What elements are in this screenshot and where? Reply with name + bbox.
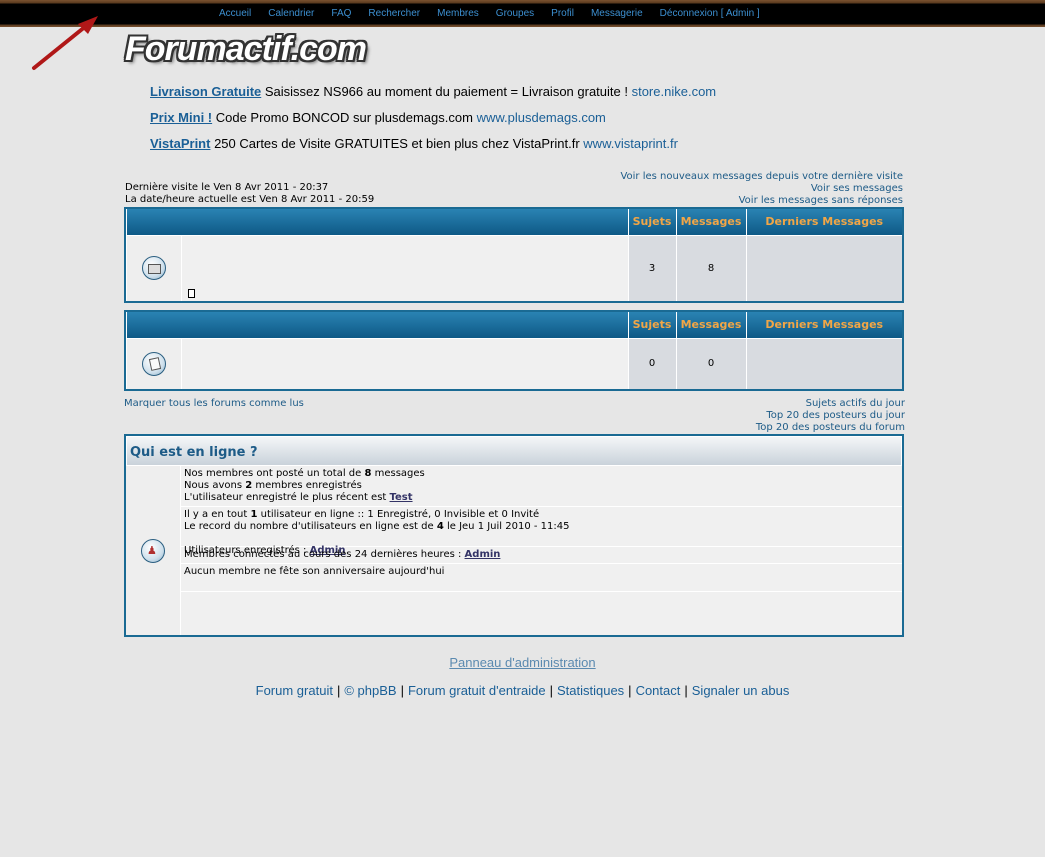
ad-text: 250 Cartes de Visite GRATUITES et bien p… [210,136,584,151]
ad-url-link[interactable]: www.plusdemags.com [477,110,606,125]
total-suffix: utilisateur en ligne :: 1 Enregistré, 0 … [257,509,540,520]
forum-last-message [745,337,902,389]
nav-profil[interactable]: Profil [551,8,574,19]
category-header[interactable] [126,312,628,338]
newest-user-link[interactable]: Test [390,492,413,503]
col-subjects-header: Sujets [627,312,676,338]
col-messages-header: Messages [675,209,746,235]
forum-last-message [745,234,902,301]
online-stats: Nos membres ont posté un total de 8 mess… [181,466,902,635]
last24-user-link[interactable]: Admin [465,549,501,560]
last24-label: Membres connectés au cours des 24 derniè… [184,549,465,560]
active-topics-link[interactable]: Sujets actifs du jour [806,398,905,409]
top-posters-forum-link[interactable]: Top 20 des posteurs du forum [756,422,905,433]
footer-forum-gratuit[interactable]: Forum gratuit [256,683,333,698]
admin-panel-row: Panneau d'administration [0,655,1045,670]
mark-all-read-link[interactable]: Marquer tous les forums comme lus [124,398,304,409]
forum-category-2: Sujets Messages Derniers Messages 0 0 [124,310,904,391]
nav-faq[interactable]: FAQ [331,8,351,19]
stats-links: Sujets actifs du jour Top 20 des posteur… [756,398,905,434]
my-messages-link[interactable]: Voir ses messages [811,183,903,194]
nav-calendrier[interactable]: Calendrier [268,8,314,19]
members-text: Nous avons [184,480,246,491]
online-icon-cell: ♟ [126,466,181,635]
top-nav-links: Accueil Calendrier FAQ Rechercher Membre… [219,8,777,19]
nav-messagerie[interactable]: Messagerie [591,8,643,19]
ad-row: VistaPrint 250 Cartes de Visite GRATUITE… [150,136,716,162]
col-subjects-header: Sujets [627,209,676,235]
col-last-header: Derniers Messages [745,209,902,235]
members-suffix: membres enregistrés [252,480,362,491]
ad-url-link[interactable]: www.vistaprint.fr [583,136,678,151]
nav-accueil[interactable]: Accueil [219,8,251,19]
top-navigation-bar: Accueil Calendrier FAQ Rechercher Membre… [0,0,1045,27]
posts-stats-row: Nos membres ont posté un total de 8 mess… [181,466,902,507]
new-messages-link[interactable]: Voir les nouveaux messages depuis votre … [620,171,903,182]
top-posters-day-link[interactable]: Top 20 des posteurs du jour [766,410,905,421]
forum-status-icon-cell [126,234,182,301]
forum-messages-count: 0 [675,337,746,389]
col-messages-header: Messages [675,312,746,338]
visit-info: Dernière visite le Ven 8 Avr 2011 - 20:3… [125,182,374,206]
ad-title-link[interactable]: VistaPrint [150,136,210,151]
record-count: 4 [436,521,444,532]
forum-description[interactable] [181,234,628,301]
red-arrow-annotation [32,16,98,70]
users-icon: ♟ [141,538,165,563]
record-suffix: le Jeu 1 Juil 2010 - 11:45 [443,521,570,532]
posted-suffix: messages [371,468,425,479]
ad-row: Prix Mini ! Code Promo BONCOD sur plusde… [150,110,716,136]
message-links: Voir les nouveaux messages depuis votre … [620,171,903,207]
posted-text: Nos membres ont posté un total de [184,468,365,479]
col-last-header: Derniers Messages [745,312,902,338]
footer-report-abuse[interactable]: Signaler un abus [692,683,790,698]
ad-text: Saisissez NS966 au moment du paiement = … [261,84,632,99]
ad-links: Livraison Gratuite Saisissez NS966 au mo… [150,84,716,162]
footer-phpbb[interactable]: © phpBB [344,683,396,698]
category-header[interactable] [126,209,628,235]
forum-messages-count: 8 [675,234,746,301]
last24-row: Membres connectés au cours des 24 derniè… [181,547,902,564]
birthday-row: Aucun membre ne fête son anniversaire au… [181,564,902,592]
ad-text: Code Promo BONCOD sur plusdemags.com [212,110,477,125]
birthday-text: Aucun membre ne fête son anniversaire au… [184,566,445,577]
site-logo[interactable]: Forumactif.com [125,30,367,69]
forum-description[interactable] [181,337,628,389]
forum-subjects-count: 0 [627,337,676,389]
forum-category-1: Sujets Messages Derniers Messages 3 8 [124,207,904,303]
page-icon [188,289,195,298]
nav-membres[interactable]: Membres [437,8,479,19]
current-time-text: La date/heure actuelle est Ven 8 Avr 201… [125,194,375,205]
record-text: Le record du nombre d'utilisateurs en li… [184,521,437,532]
online-count-row: Il y a en tout 1 utilisateur en ligne ::… [181,507,902,556]
unanswered-link[interactable]: Voir les messages sans réponses [739,195,903,206]
ad-row: Livraison Gratuite Saisissez NS966 au mo… [150,84,716,110]
ad-url-link[interactable]: store.nike.com [632,84,717,99]
folder-icon [142,256,166,281]
who-is-online-panel: Qui est en ligne ? ♟ Nos membres ont pos… [124,434,904,637]
newest-text: L'utilisateur enregistré le plus récent … [184,492,390,503]
footer-contact[interactable]: Contact [636,683,681,698]
ad-title-link[interactable]: Livraison Gratuite [150,84,261,99]
forum-status-icon-cell [126,337,182,389]
online-title[interactable]: Qui est en ligne ? [126,436,902,466]
ad-title-link[interactable]: Prix Mini ! [150,110,212,125]
last-visit-text: Dernière visite le Ven 8 Avr 2011 - 20:3… [125,182,329,193]
admin-panel-link[interactable]: Panneau d'administration [449,655,595,670]
nav-groupes[interactable]: Groupes [496,8,534,19]
footer-forum-entraide[interactable]: Forum gratuit d'entraide [408,683,546,698]
page-icon [142,351,166,376]
nav-deconnexion[interactable]: Déconnexion [ Admin ] [660,8,760,19]
total-text: Il y a en tout [184,509,251,520]
footer-links: Forum gratuit | © phpBB | Forum gratuit d'en… [255,683,790,698]
forum-subjects-count: 3 [627,234,676,301]
nav-rechercher[interactable]: Rechercher [368,8,420,19]
footer-statistiques[interactable]: Statistiques [557,683,624,698]
